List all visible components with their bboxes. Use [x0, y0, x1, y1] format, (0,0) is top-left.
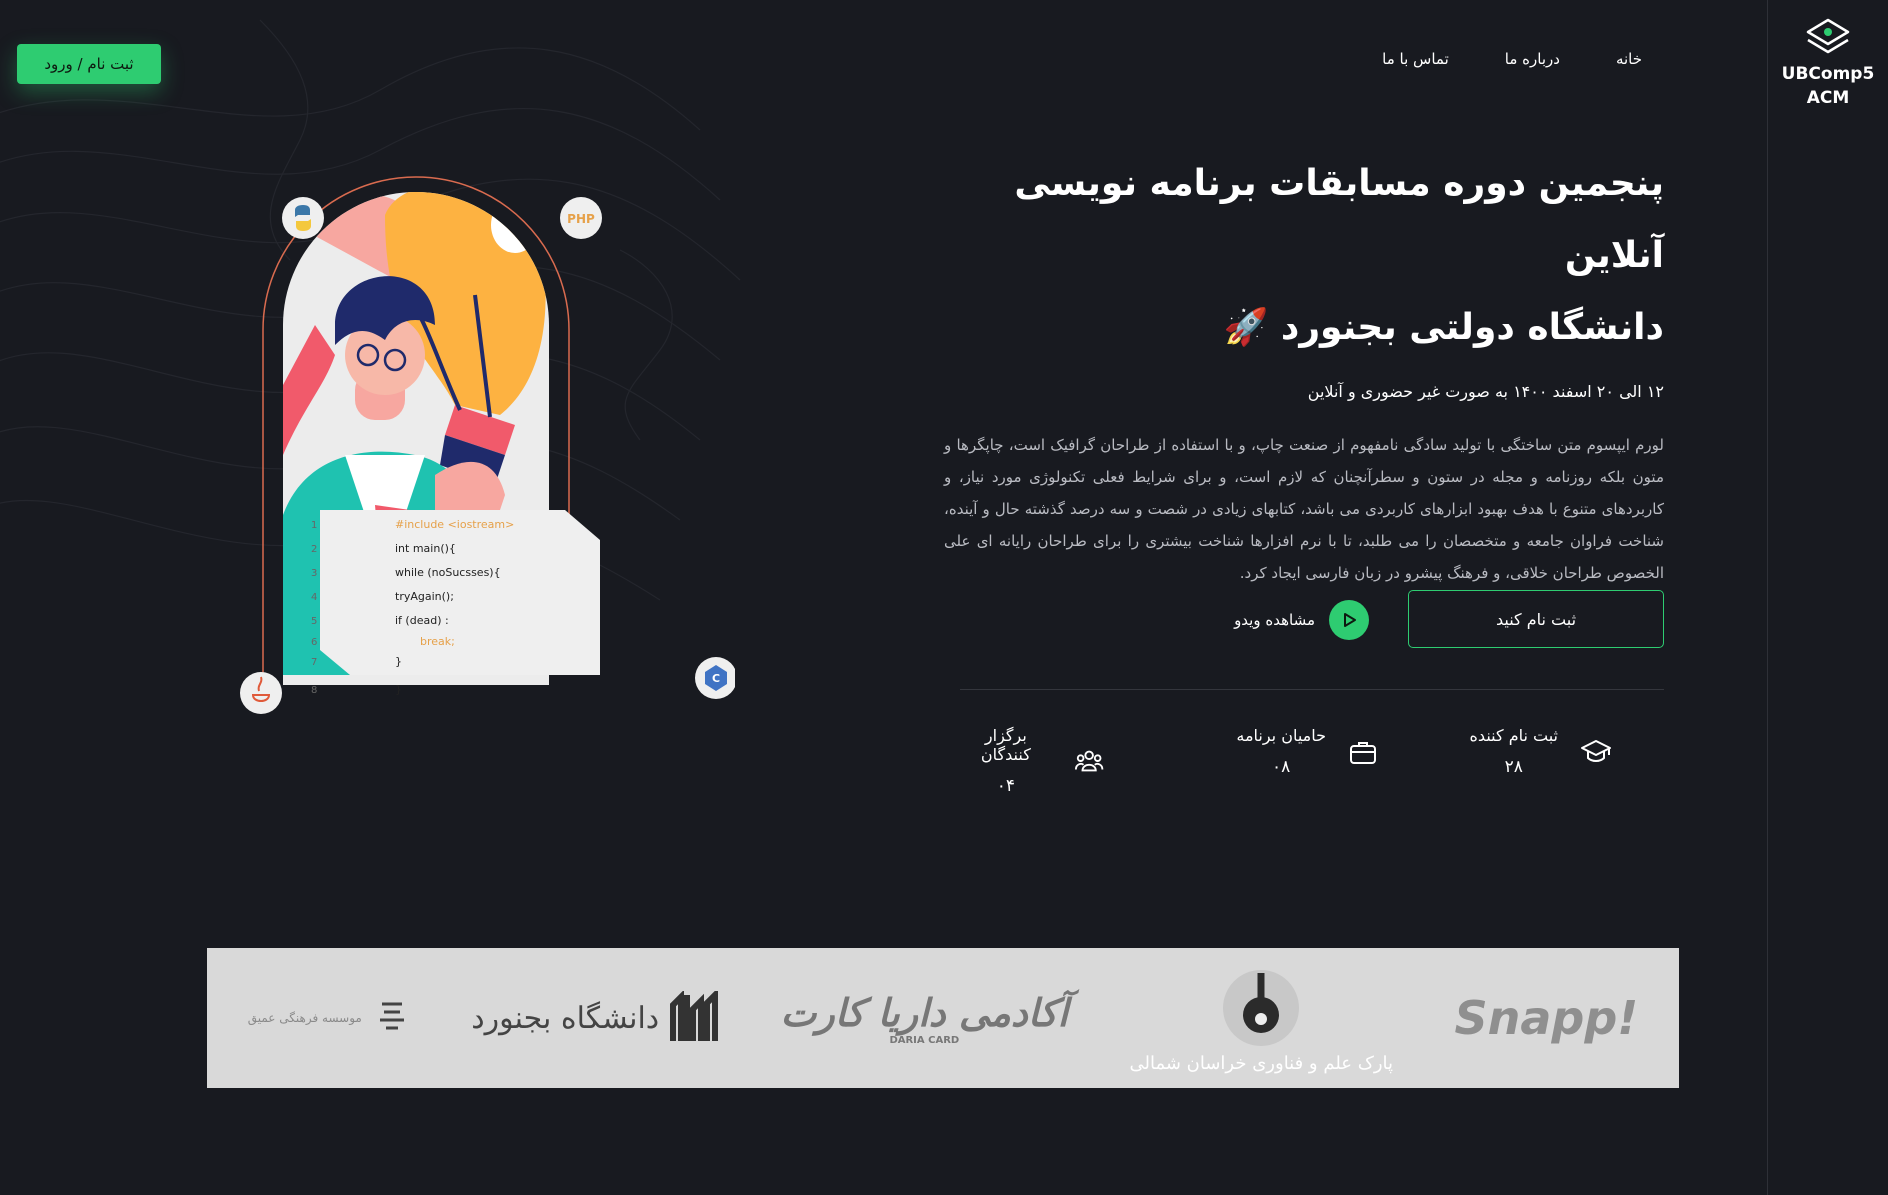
logo-icon — [1806, 18, 1850, 54]
code-line-number: 1 — [311, 520, 317, 531]
sponsor-daria-card-logo[interactable]: آکادمی داریا کارت DARIA CARD — [781, 991, 1068, 1046]
nav-item-home[interactable]: خانه — [1616, 50, 1642, 68]
sponsor-snapp-logo[interactable]: Snapp! — [1454, 991, 1638, 1045]
sponsor-institute-logo[interactable]: موسسه فرهنگی عمیق — [248, 998, 410, 1038]
daria-card-subtitle: DARIA CARD — [889, 1034, 960, 1046]
nav-item-contact[interactable]: تماس با ما — [1382, 50, 1449, 68]
sponsors-strip: موسسه فرهنگی عمیق دانشگاه بجنورد آکادمی … — [207, 948, 1679, 1088]
graduation-cap-icon — [1581, 739, 1611, 762]
code-line: } — [395, 655, 402, 668]
code-line: tryAgain(); — [395, 590, 454, 603]
code-line: break; — [420, 635, 455, 648]
sponsor-science-park-logo[interactable]: پارک علم و فناوری خراسان شمالی — [1129, 963, 1393, 1074]
stat-value: ۲۸ — [1504, 757, 1523, 777]
institute-emblem-icon — [379, 1002, 404, 1030]
users-icon — [1074, 750, 1104, 772]
code-line-number: 8 — [311, 685, 317, 696]
event-date: ۱۲ الی ۲۰ اسفند ۱۴۰۰ به صورت غیر حضوری و… — [1307, 382, 1664, 401]
code-line-number: 2 — [311, 544, 317, 555]
python-icon — [282, 197, 324, 239]
login-register-button[interactable]: ثبت نام / ورود — [17, 44, 161, 84]
php-label: PHP — [567, 212, 595, 226]
snapp-name: Snapp! — [1454, 991, 1639, 1045]
rocket-icon: 🚀 — [1223, 307, 1269, 348]
science-park-emblem-icon — [1223, 969, 1300, 1046]
register-button[interactable]: ثبت نام کنید — [1408, 590, 1664, 648]
stat-label: حامیان برنامه — [1236, 726, 1326, 745]
cpp-icon: C — [695, 657, 735, 699]
code-line-number: 4 — [311, 592, 317, 603]
divider — [960, 689, 1664, 690]
briefcase-icon — [1350, 741, 1376, 764]
code-line: while (noSucsses){ — [395, 566, 501, 579]
nav-item-about[interactable]: درباره ما — [1505, 50, 1560, 68]
code-line-number: 7 — [311, 657, 317, 668]
institute-name: موسسه فرهنگی عمیق — [247, 1011, 362, 1025]
hero-description: لورم ایپسوم متن ساختگی با تولید سادگی نا… — [944, 436, 1664, 582]
university-emblem-icon — [670, 991, 719, 1041]
science-park-name: پارک علم و فناوری خراسان شمالی — [1129, 1052, 1394, 1074]
watch-video-label: مشاهده ویدو — [1234, 611, 1315, 629]
stat-label: برگزار کنندگان — [980, 726, 1031, 764]
brand-name-line2: ACM — [1806, 88, 1850, 108]
code-line: int main(){ — [395, 542, 456, 555]
code-line: if (dead) : — [395, 614, 449, 627]
stat-organizers: برگزار کنندگان ۰۴ — [960, 726, 1104, 796]
code-line-number: 5 — [311, 616, 317, 627]
cta-row: ثبت نام کنید مشاهده ویدو — [960, 590, 1664, 650]
code-card: 1 2 3 4 5 6 7 8 #include <iostream> int … — [311, 510, 600, 696]
brand-logo[interactable]: UBComp5 ACM — [1768, 18, 1888, 110]
sponsor-university-logo[interactable]: دانشگاه بجنورد — [471, 991, 719, 1045]
code-line-number: 3 — [311, 568, 317, 579]
university-name: دانشگاه بجنورد — [471, 1000, 660, 1036]
watch-video-link[interactable]: مشاهده ویدو — [1234, 600, 1369, 640]
main-nav: خانه درباره ما تماس با ما — [1382, 50, 1642, 68]
stat-registrants: ثبت نام کننده ۲۸ — [1470, 726, 1612, 777]
stats-row: ثبت نام کننده ۲۸ حامیان برنامه ۰۸ برگزار… — [960, 726, 1664, 796]
stat-label: ثبت نام کننده — [1469, 726, 1558, 745]
code-line: #include <iostream> — [395, 518, 514, 531]
code-line-number: 6 — [311, 637, 317, 648]
title-line-2: دانشگاه دولتی بجنورد — [1280, 307, 1664, 348]
code-line: } — [395, 683, 402, 696]
stat-sponsors: حامیان برنامه ۰۸ — [1236, 726, 1378, 777]
daria-card-name: آکادمی داریا کارت — [780, 990, 1069, 1035]
page-title: پنجمین دوره مسابقات برنامه نویسی آنلاین … — [944, 148, 1664, 364]
php-icon: PHP — [560, 197, 602, 239]
play-icon[interactable] — [1329, 600, 1369, 640]
right-sidebar: UBComp5 ACM — [1767, 0, 1888, 1195]
svg-text:C: C — [712, 672, 720, 685]
java-icon — [240, 672, 282, 714]
title-line-1: پنجمین دوره مسابقات برنامه نویسی آنلاین — [1014, 163, 1664, 276]
stat-value: ۰۸ — [1272, 757, 1291, 777]
hero-illustration: 1 2 3 4 5 6 7 8 #include <iostream> int … — [240, 176, 735, 714]
stat-value: ۰۴ — [996, 776, 1015, 796]
brand-name-line1: UBComp5 — [1781, 64, 1875, 84]
hero-section: پنجمین دوره مسابقات برنامه نویسی آنلاین … — [944, 148, 1664, 604]
